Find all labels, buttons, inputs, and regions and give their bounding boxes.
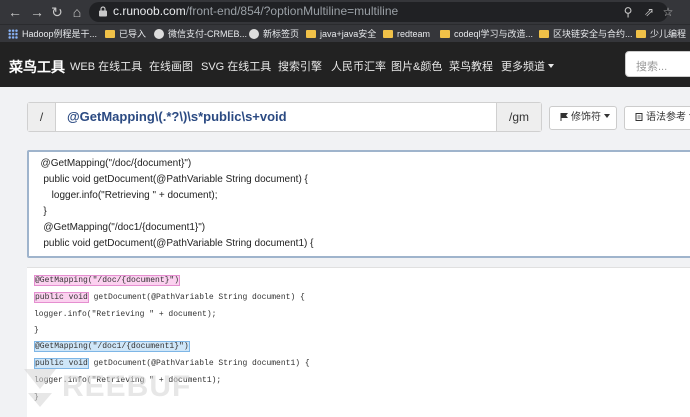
editor-line: @GetMapping("/doc1/{document1}") bbox=[35, 222, 206, 233]
bookmarks-bar: Hadoop例程是干... 已导入 微信支付-CRMEB... 新标签页 jav… bbox=[0, 24, 690, 42]
site-icon bbox=[249, 29, 259, 39]
bookmark-hadoop[interactable]: Hadoop例程是干... bbox=[8, 28, 97, 41]
regex-input-group: / @GetMapping\(.*?\)\s*public\s+void /gm bbox=[27, 102, 542, 132]
editor-line: logger.info("Retrieving " + document); bbox=[35, 190, 218, 201]
modifier-button[interactable]: 修饰符 bbox=[549, 106, 617, 130]
document-icon bbox=[635, 113, 643, 121]
watermark-logo-icon bbox=[24, 369, 56, 407]
bookmark-blockchain[interactable]: 区块链安全与合约... bbox=[539, 28, 633, 41]
bookmark-newtab[interactable]: 新标签页 bbox=[249, 28, 299, 41]
watermark: REEBUF bbox=[20, 365, 220, 410]
test-text-editor[interactable]: @GetMapping("/doc/{document}") public vo… bbox=[27, 150, 690, 258]
nav-search-engine[interactable]: 搜索引擎 bbox=[278, 58, 322, 74]
nav-rmb-rate[interactable]: 人民币汇率 bbox=[331, 58, 386, 74]
editor-line: } bbox=[35, 206, 47, 217]
site-icon bbox=[154, 29, 164, 39]
editor-line: @GetMapping("/doc/{document}") bbox=[35, 158, 192, 169]
url-text[interactable]: c.runoob.com/front-end/854/?optionMultil… bbox=[113, 4, 398, 18]
bookmark-java[interactable]: java+java安全 bbox=[306, 28, 376, 41]
home-icon[interactable]: ⌂ bbox=[68, 3, 86, 21]
result-line: logger.info("Retrieving " + document); bbox=[34, 310, 217, 319]
reload-icon[interactable]: ↻ bbox=[48, 3, 66, 21]
bookmark-kids-coding[interactable]: 少儿编程 bbox=[636, 28, 686, 41]
flag-icon bbox=[560, 113, 568, 121]
regex-input[interactable]: @GetMapping\(.*?\)\s*public\s+void bbox=[67, 109, 287, 124]
site-logo[interactable]: 菜鸟工具 bbox=[9, 57, 65, 77]
nav-web-tools[interactable]: WEB 在线工具 bbox=[70, 58, 142, 74]
result-line: public void getDocument(@PathVariable St… bbox=[34, 292, 305, 303]
bookmark-codeql[interactable]: codeql学习与改造... bbox=[440, 28, 533, 41]
modifier-label: 修饰符 bbox=[571, 112, 601, 123]
editor-line: public void getDocument(@PathVariable St… bbox=[35, 174, 308, 185]
folder-icon bbox=[539, 30, 549, 38]
regex-open-delimiter: / bbox=[28, 103, 56, 131]
bookmark-wechatpay[interactable]: 微信支付-CRMEB... bbox=[154, 28, 247, 41]
folder-icon bbox=[306, 30, 316, 38]
chevron-down-icon bbox=[548, 64, 554, 68]
folder-icon bbox=[636, 30, 646, 38]
editor-line: public void getDocument(@PathVariable St… bbox=[35, 238, 314, 249]
watermark-text: REEBUF bbox=[62, 370, 192, 403]
forward-icon[interactable]: → bbox=[28, 3, 46, 21]
bookmark-imported[interactable]: 已导入 bbox=[105, 28, 146, 41]
result-line: @GetMapping("/doc1/{document1}") bbox=[34, 341, 190, 352]
match-highlight: public void bbox=[34, 292, 89, 303]
folder-icon bbox=[440, 30, 450, 38]
nav-more-channels[interactable]: 更多频道 bbox=[501, 58, 554, 74]
lock-icon[interactable] bbox=[98, 6, 108, 17]
zoom-icon[interactable]: ⚲ bbox=[620, 4, 636, 20]
nav-image-color[interactable]: 图片&颜色 bbox=[391, 58, 442, 74]
site-header: 菜鸟工具 WEB 在线工具 在线画图 SVG 在线工具 搜索引擎 人民币汇率 图… bbox=[0, 42, 690, 87]
folder-icon bbox=[105, 30, 115, 38]
regex-flags: /gm bbox=[496, 103, 541, 131]
search-placeholder: 搜索... bbox=[636, 61, 668, 73]
chevron-down-icon bbox=[604, 114, 610, 118]
result-line: } bbox=[34, 326, 39, 335]
nav-more-label: 更多频道 bbox=[501, 61, 545, 73]
result-line: @GetMapping("/doc/{document}") bbox=[34, 275, 181, 286]
bookmark-redteam[interactable]: redteam bbox=[383, 28, 430, 41]
share-icon[interactable]: ⇗ bbox=[641, 4, 657, 20]
nav-svg-tools[interactable]: SVG 在线工具 bbox=[201, 58, 271, 74]
star-icon[interactable]: ☆ bbox=[660, 4, 676, 20]
syntax-label: 语法参考 bbox=[646, 112, 686, 123]
result-text: getDocument(@PathVariable String documen… bbox=[88, 293, 305, 302]
back-icon[interactable]: ← bbox=[6, 3, 24, 21]
browser-toolbar: ← → ↻ ⌂ c.runoob.com/front-end/854/?opti… bbox=[0, 0, 690, 24]
apps-icon bbox=[8, 29, 18, 39]
match-highlight: @GetMapping("/doc1/{document1}") bbox=[34, 341, 190, 352]
search-input[interactable]: 搜索... bbox=[625, 51, 690, 77]
nav-online-draw[interactable]: 在线画图 bbox=[149, 58, 193, 74]
folder-icon bbox=[383, 30, 393, 38]
syntax-reference-button[interactable]: 语法参考 bbox=[624, 106, 690, 130]
match-highlight: @GetMapping("/doc/{document}") bbox=[34, 275, 181, 286]
nav-runoob-tutorial[interactable]: 菜鸟教程 bbox=[449, 58, 493, 74]
